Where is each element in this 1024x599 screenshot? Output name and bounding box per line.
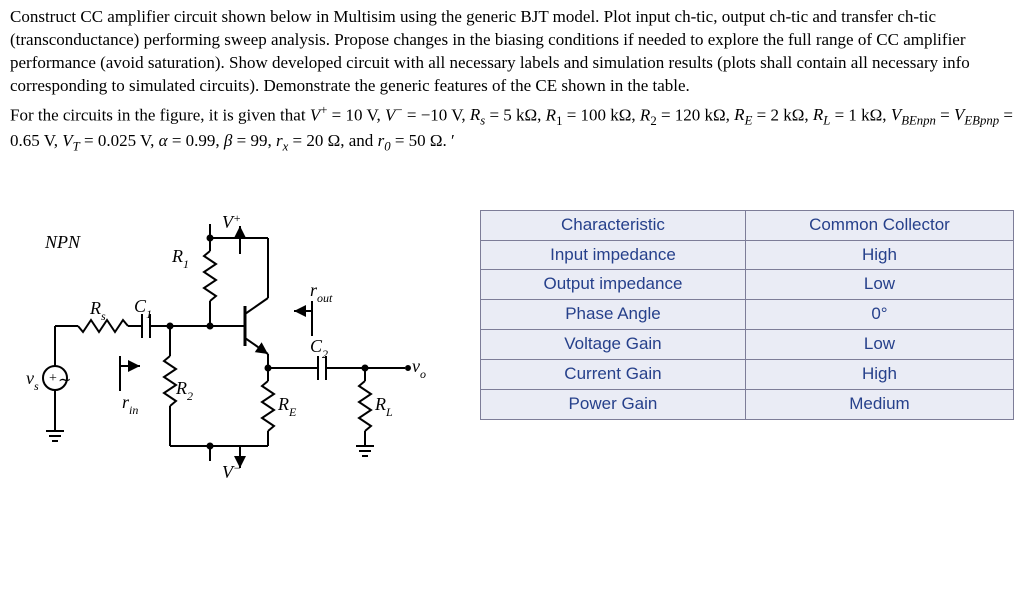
table-row: Voltage GainLow: [481, 330, 1014, 360]
characteristics-table: Characteristic Common Collector Input im…: [480, 206, 1014, 421]
label-RL: RL: [374, 394, 393, 419]
svg-text:+: +: [49, 371, 57, 386]
table-row: Phase Angle0°: [481, 300, 1014, 330]
circuit-diagram: + ∼ NPN V+ V− R1 R2 Rs RE RL C1 C2 vs vo…: [10, 206, 450, 493]
label-rout: rout: [310, 280, 333, 305]
label-vminus: V−: [222, 461, 241, 482]
label-C1: C1: [134, 296, 152, 321]
label-vplus: V+: [222, 211, 241, 232]
label-rin: rin: [122, 392, 138, 417]
label-RE: RE: [277, 394, 297, 419]
label-npn: NPN: [44, 232, 81, 252]
label-vs: vs: [26, 368, 39, 393]
table-header-cc: Common Collector: [745, 210, 1013, 240]
table-row: Current GainHigh: [481, 360, 1014, 390]
table-header-characteristic: Characteristic: [481, 210, 746, 240]
table-row: Power GainMedium: [481, 390, 1014, 420]
label-R2: R2: [175, 378, 193, 403]
table-row: Output impedanceLow: [481, 270, 1014, 300]
svg-text:∼: ∼: [58, 372, 71, 389]
table-row: Input impedanceHigh: [481, 240, 1014, 270]
label-vo: vo: [412, 356, 426, 381]
problem-text-1: Construct CC amplifier circuit shown bel…: [10, 6, 1014, 98]
label-C2: C2: [310, 336, 328, 361]
label-R1: R1: [171, 246, 189, 271]
problem-text-2: For the circuits in the figure, it is gi…: [10, 102, 1014, 156]
